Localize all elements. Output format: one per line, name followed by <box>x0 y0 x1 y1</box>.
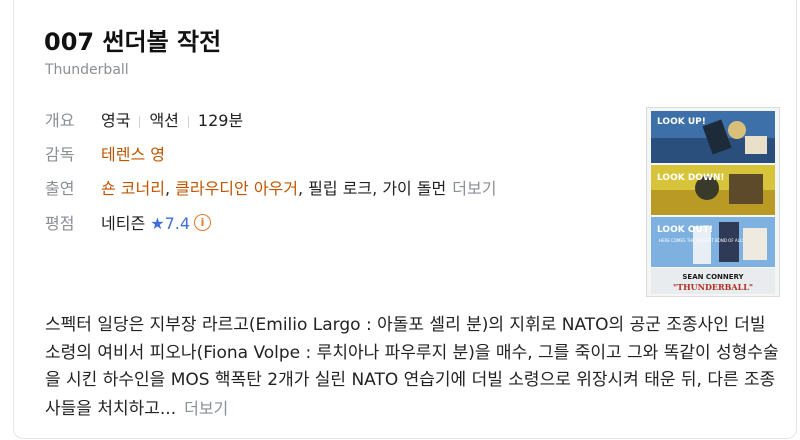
movie-title[interactable]: 007 썬더볼 작전 <box>44 22 221 57</box>
movie-poster[interactable]: LOOK UP! LOOK DOWN! LOOK OUT! HERE COMES… <box>646 107 780 297</box>
star-icon: ★ <box>150 214 165 233</box>
poster-film-name: "THUNDERBALL" <box>673 282 753 292</box>
cast-label: 출연 <box>45 179 75 198</box>
poster-star-name: SEAN CONNERY <box>682 273 744 281</box>
movie-info-card: 007 썬더볼 작전 Thunderball 개요 영국 액션 129분 감독 테렌스 … <box>13 0 797 439</box>
cast-row: 출연 숀 코너리, 클라우디안 아우거, 필립 로크, 가이 돌먼 더보기 <box>45 175 496 199</box>
info-icon[interactable]: i <box>194 214 212 231</box>
rating-row: 평점 네티즌 ★7.4 i <box>45 210 212 234</box>
divider <box>187 115 189 128</box>
plot-text: 스펙터 일당은 지부장 라르고(Emilio Largo : 아돌포 셀리 분)… <box>45 315 779 419</box>
director-label: 감독 <box>45 145 75 164</box>
rating-value: 7.4 <box>164 214 191 233</box>
country: 영국 <box>101 111 131 130</box>
divider <box>139 115 141 128</box>
overview-row: 개요 영국 액션 129분 <box>45 107 243 131</box>
plot-summary: 스펙터 일당은 지부장 라르고(Emilio Largo : 아돌포 셀리 분)… <box>45 312 785 423</box>
rating-source: 네티즌 <box>101 214 146 233</box>
poster-panel-2-text: LOOK DOWN! <box>657 173 725 183</box>
poster-image: LOOK UP! LOOK DOWN! LOOK OUT! HERE COMES… <box>651 111 775 294</box>
genre: 액션 <box>149 111 179 130</box>
overview-label: 개요 <box>45 111 75 130</box>
cast-name: 가이 돌먼 <box>382 179 447 198</box>
director-row: 감독 테렌스 영 <box>45 141 165 165</box>
cast-link[interactable]: 숀 코너리 <box>101 179 165 198</box>
poster-panel-3-text: LOOK OUT! <box>657 225 713 235</box>
poster-panel-1-text: LOOK UP! <box>657 117 706 127</box>
poster-tagline: HERE COMES THE BIGGEST BOND OF ALL! <box>659 238 744 243</box>
plot-more-link[interactable]: 더보기 <box>184 399 228 418</box>
original-title: Thunderball <box>45 62 129 78</box>
cast-link[interactable]: 클라우디안 아우거 <box>175 179 298 198</box>
rating-label: 평점 <box>45 214 75 233</box>
cast-more-link[interactable]: 더보기 <box>452 179 496 198</box>
cast-name: 필립 로크 <box>308 179 373 198</box>
runtime: 129분 <box>197 111 244 130</box>
director-link[interactable]: 테렌스 영 <box>101 145 165 164</box>
